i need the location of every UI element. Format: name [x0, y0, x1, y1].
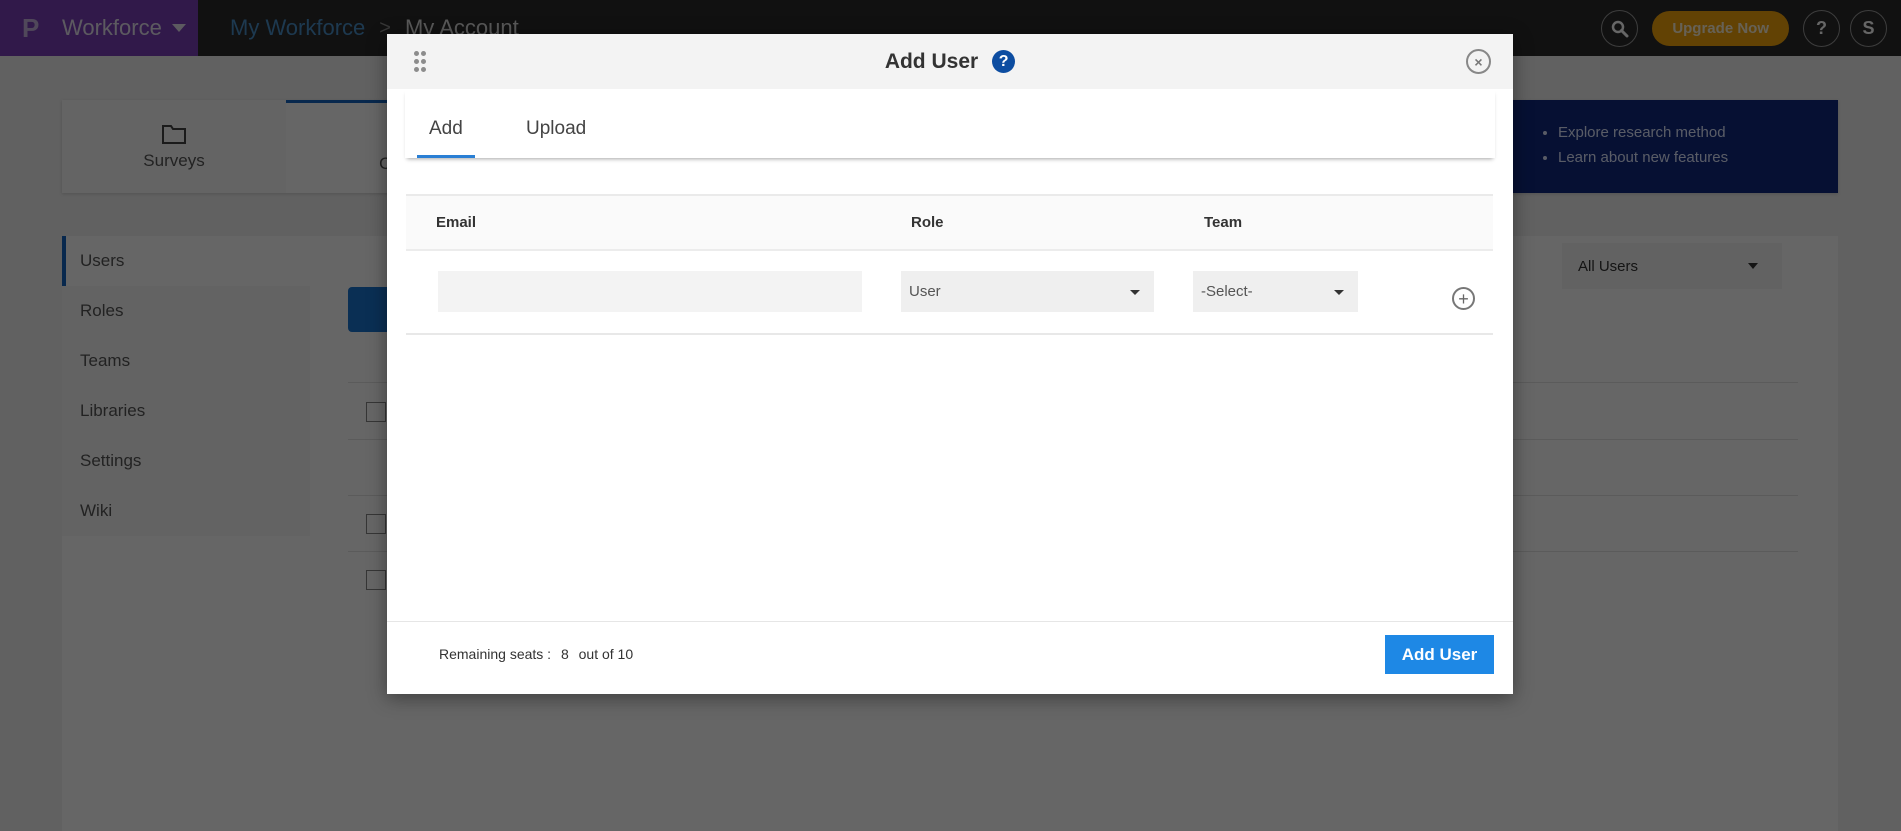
role-select[interactable]: User — [901, 271, 1154, 312]
caret-down-icon — [1334, 290, 1344, 295]
tab-add[interactable]: Add — [417, 113, 475, 158]
team-value: -Select- — [1201, 283, 1253, 300]
add-user-table: Email Role Team User -Select- + — [406, 194, 1493, 335]
dialog-header: Add User ? × — [387, 34, 1513, 89]
close-icon: × — [1474, 53, 1483, 70]
column-header-role: Role — [911, 214, 944, 231]
remaining-seats: Remaining seats : 8 out of 10 — [439, 646, 633, 662]
add-user-dialog: Add User ? × Add Upload Email Role Team … — [387, 34, 1513, 694]
column-header-team: Team — [1204, 214, 1243, 231]
table-header: Email Role Team — [406, 194, 1493, 251]
add-row-button[interactable]: + — [1452, 287, 1475, 310]
add-user-submit-button[interactable]: Add User — [1385, 635, 1494, 674]
team-select[interactable]: -Select- — [1193, 271, 1358, 312]
tab-upload[interactable]: Upload — [514, 113, 598, 158]
caret-down-icon — [1130, 290, 1140, 295]
column-header-email: Email — [436, 214, 477, 231]
remaining-seats-label: Remaining seats : — [439, 646, 552, 662]
plus-circle-icon: + — [1458, 288, 1469, 309]
dialog-title: Add User — [884, 49, 979, 73]
help-icon[interactable]: ? — [992, 50, 1016, 73]
email-input[interactable] — [438, 271, 862, 312]
close-button[interactable]: × — [1466, 49, 1491, 74]
seats-total: out of 10 — [578, 646, 634, 662]
role-value: User — [909, 283, 941, 300]
dialog-tabs: Add Upload — [405, 89, 1495, 158]
drag-handle-icon[interactable] — [414, 51, 428, 73]
remaining-seats-count: 8 — [560, 646, 569, 662]
table-row: User -Select- + — [406, 251, 1493, 335]
dialog-footer: Remaining seats : 8 out of 10 Add User — [387, 621, 1513, 694]
